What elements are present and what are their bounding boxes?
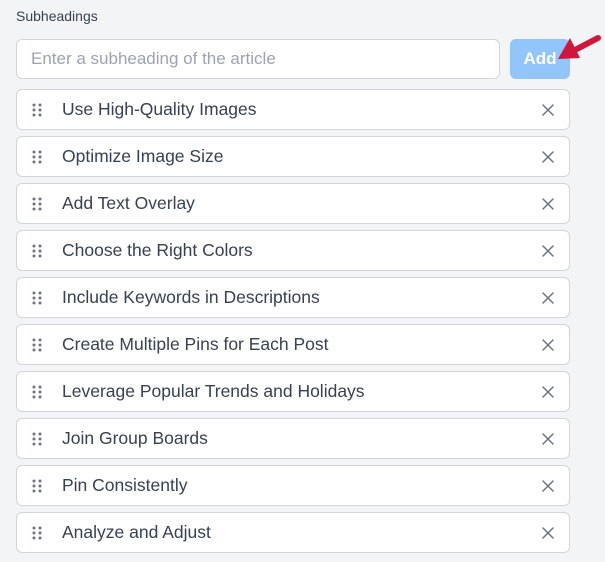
list-item[interactable]: Analyze and Adjust — [16, 512, 570, 553]
drag-handle-icon[interactable] — [31, 525, 43, 541]
subheadings-list: Use High-Quality Images Optimize Image S… — [16, 89, 570, 559]
remove-item-button[interactable] — [537, 475, 559, 497]
list-item-label: Optimize Image Size — [62, 146, 224, 166]
list-item-label: Join Group Boards — [62, 428, 208, 448]
add-subheading-row: Add — [16, 39, 570, 79]
list-item[interactable]: Pin Consistently — [16, 465, 570, 506]
list-item[interactable]: Include Keywords in Descriptions — [16, 277, 570, 318]
drag-handle-icon[interactable] — [31, 102, 43, 118]
subheadings-label: Subheadings — [16, 8, 98, 24]
close-icon — [542, 151, 554, 163]
list-item-label: Add Text Overlay — [62, 193, 195, 213]
close-icon — [542, 198, 554, 210]
close-icon — [542, 245, 554, 257]
close-icon — [542, 480, 554, 492]
list-item-label: Include Keywords in Descriptions — [62, 287, 320, 307]
drag-handle-icon[interactable] — [31, 478, 43, 494]
remove-item-button[interactable] — [537, 522, 559, 544]
remove-item-button[interactable] — [537, 428, 559, 450]
list-item[interactable]: Use High-Quality Images — [16, 89, 570, 130]
list-item-label: Pin Consistently — [62, 475, 188, 495]
subheading-input[interactable] — [16, 39, 500, 79]
close-icon — [542, 386, 554, 398]
remove-item-button[interactable] — [537, 287, 559, 309]
list-item[interactable]: Leverage Popular Trends and Holidays — [16, 371, 570, 412]
remove-item-button[interactable] — [537, 381, 559, 403]
drag-handle-icon[interactable] — [31, 149, 43, 165]
remove-item-button[interactable] — [537, 193, 559, 215]
drag-handle-icon[interactable] — [31, 384, 43, 400]
drag-handle-icon[interactable] — [31, 290, 43, 306]
remove-item-button[interactable] — [537, 99, 559, 121]
drag-handle-icon[interactable] — [31, 337, 43, 353]
list-item-label: Create Multiple Pins for Each Post — [62, 334, 329, 354]
list-item[interactable]: Optimize Image Size — [16, 136, 570, 177]
close-icon — [542, 339, 554, 351]
list-item-label: Choose the Right Colors — [62, 240, 253, 260]
drag-handle-icon[interactable] — [31, 196, 43, 212]
drag-handle-icon[interactable] — [31, 243, 43, 259]
drag-handle-icon[interactable] — [31, 431, 43, 447]
close-icon — [542, 527, 554, 539]
list-item[interactable]: Add Text Overlay — [16, 183, 570, 224]
list-item-label: Use High-Quality Images — [62, 99, 257, 119]
list-item[interactable]: Choose the Right Colors — [16, 230, 570, 271]
list-item-label: Leverage Popular Trends and Holidays — [62, 381, 365, 401]
arrow-pointer-icon — [558, 35, 601, 59]
close-icon — [542, 292, 554, 304]
remove-item-button[interactable] — [537, 334, 559, 356]
remove-item-button[interactable] — [537, 240, 559, 262]
close-icon — [542, 433, 554, 445]
list-item[interactable]: Join Group Boards — [16, 418, 570, 459]
remove-item-button[interactable] — [537, 146, 559, 168]
close-icon — [542, 104, 554, 116]
list-item[interactable]: Create Multiple Pins for Each Post — [16, 324, 570, 365]
list-item-label: Analyze and Adjust — [62, 522, 211, 542]
